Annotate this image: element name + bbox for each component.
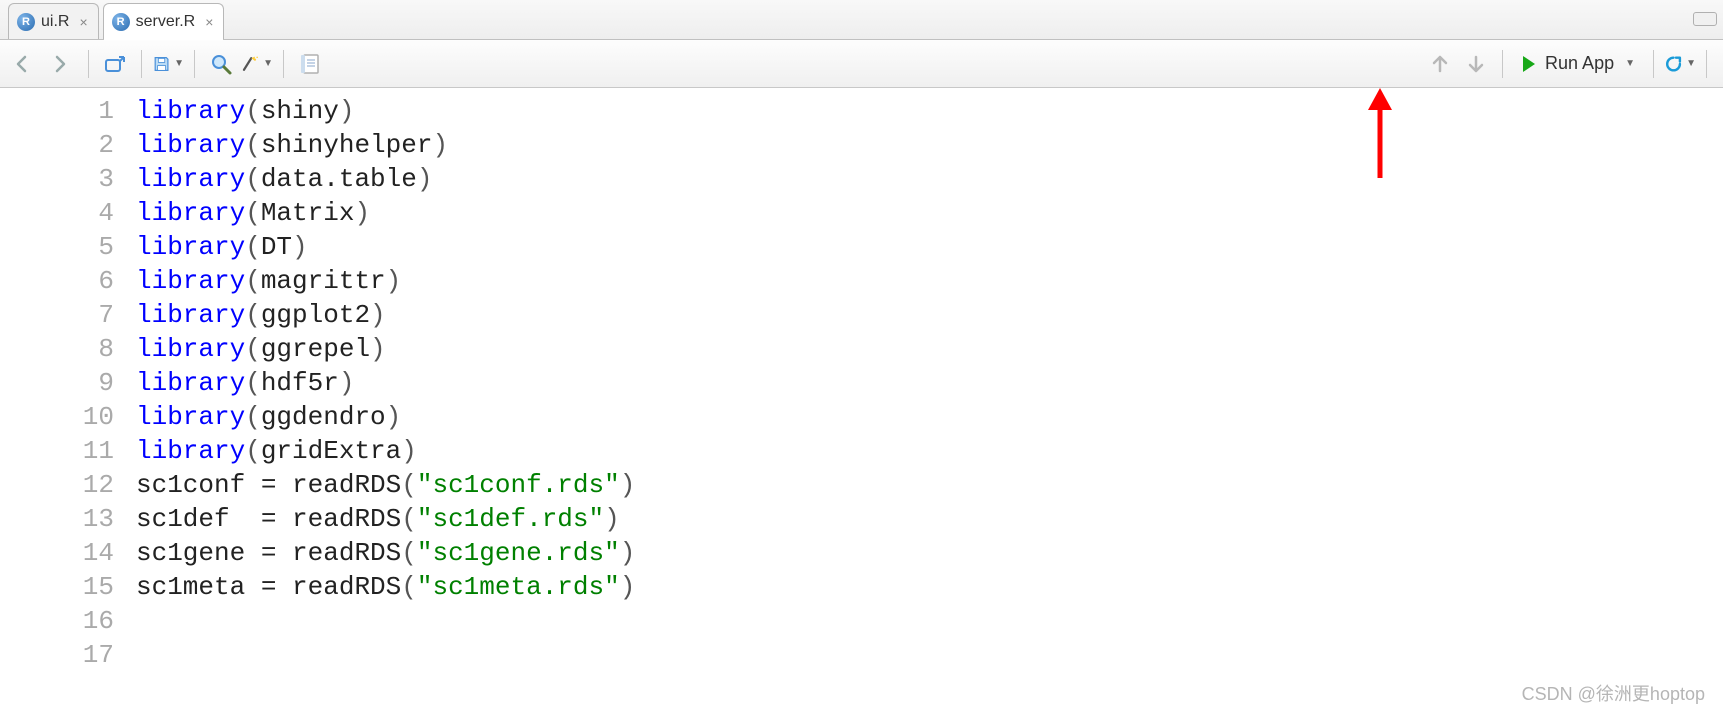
show-in-new-window-button[interactable] bbox=[99, 48, 131, 80]
code-line[interactable]: library(gridExtra) bbox=[136, 434, 635, 468]
code-line[interactable]: sc1conf = readRDS("sc1conf.rds") bbox=[136, 468, 635, 502]
line-number: 3 bbox=[0, 162, 114, 196]
line-number: 8 bbox=[0, 332, 114, 366]
code-line[interactable]: sc1meta = readRDS("sc1meta.rds") bbox=[136, 570, 635, 604]
close-icon[interactable]: × bbox=[79, 14, 87, 30]
watermark: CSDN @徐洲更hoptop bbox=[1522, 680, 1705, 706]
line-number: 14 bbox=[0, 536, 114, 570]
line-number: 11 bbox=[0, 434, 114, 468]
separator bbox=[1706, 50, 1707, 78]
code-line[interactable]: sc1def = readRDS("sc1def.rds") bbox=[136, 502, 635, 536]
code-line[interactable]: library(Matrix) bbox=[136, 196, 635, 230]
line-number: 16 bbox=[0, 604, 114, 638]
chevron-down-icon[interactable]: ▼ bbox=[1625, 58, 1635, 69]
find-button[interactable] bbox=[205, 48, 237, 80]
tab-label: server.R bbox=[136, 13, 196, 31]
line-number: 6 bbox=[0, 264, 114, 298]
back-button[interactable] bbox=[10, 48, 42, 80]
code-line[interactable]: library(ggplot2) bbox=[136, 298, 635, 332]
r-file-icon: R bbox=[17, 13, 35, 31]
code-area[interactable]: library(shiny)library(shinyhelper)librar… bbox=[128, 88, 635, 716]
separator bbox=[141, 50, 142, 78]
code-tools-button[interactable]: ▼ bbox=[241, 48, 273, 80]
line-gutter: 1234567891011121314151617 bbox=[0, 88, 128, 716]
line-number: 5 bbox=[0, 230, 114, 264]
code-line[interactable]: library(shiny) bbox=[136, 94, 635, 128]
tab-bar: R ui.R × R server.R × bbox=[0, 0, 1723, 40]
separator bbox=[194, 50, 195, 78]
line-number: 7 bbox=[0, 298, 114, 332]
separator bbox=[283, 50, 284, 78]
chevron-down-icon: ▼ bbox=[1686, 58, 1696, 69]
separator bbox=[1502, 50, 1503, 78]
line-number: 2 bbox=[0, 128, 114, 162]
go-to-prev-section-button[interactable] bbox=[1424, 48, 1456, 80]
r-file-icon: R bbox=[112, 13, 130, 31]
code-line[interactable]: library(magrittr) bbox=[136, 264, 635, 298]
line-number: 9 bbox=[0, 366, 114, 400]
play-icon bbox=[1521, 55, 1537, 73]
code-line[interactable]: sc1gene = readRDS("sc1gene.rds") bbox=[136, 536, 635, 570]
editor-toolbar: ▼ ▼ bbox=[0, 40, 1723, 88]
line-number: 15 bbox=[0, 570, 114, 604]
code-line[interactable]: library(shinyhelper) bbox=[136, 128, 635, 162]
reload-app-button[interactable]: ▼ bbox=[1664, 48, 1696, 80]
separator bbox=[1653, 50, 1654, 78]
save-button[interactable]: ▼ bbox=[152, 48, 184, 80]
line-number: 17 bbox=[0, 638, 114, 672]
line-number: 10 bbox=[0, 400, 114, 434]
line-number: 12 bbox=[0, 468, 114, 502]
line-number: 1 bbox=[0, 94, 114, 128]
forward-button[interactable] bbox=[46, 48, 78, 80]
code-line[interactable]: library(data.table) bbox=[136, 162, 635, 196]
code-line[interactable]: library(ggrepel) bbox=[136, 332, 635, 366]
panel-toggle-icon[interactable] bbox=[1693, 12, 1717, 26]
code-line[interactable]: library(ggdendro) bbox=[136, 400, 635, 434]
compile-report-button[interactable] bbox=[294, 48, 326, 80]
go-to-next-section-button[interactable] bbox=[1460, 48, 1492, 80]
close-icon[interactable]: × bbox=[205, 14, 213, 30]
chevron-down-icon: ▼ bbox=[263, 58, 273, 69]
chevron-down-icon: ▼ bbox=[174, 58, 184, 69]
run-app-label: Run App bbox=[1545, 53, 1614, 74]
code-editor[interactable]: 1234567891011121314151617 library(shiny)… bbox=[0, 88, 1723, 716]
line-number: 4 bbox=[0, 196, 114, 230]
code-line[interactable]: library(DT) bbox=[136, 230, 635, 264]
tab-ui-r[interactable]: R ui.R × bbox=[8, 3, 99, 39]
code-line[interactable] bbox=[136, 638, 635, 672]
code-line[interactable] bbox=[136, 604, 635, 638]
separator bbox=[88, 50, 89, 78]
line-number: 13 bbox=[0, 502, 114, 536]
tab-label: ui.R bbox=[41, 13, 69, 31]
code-line[interactable]: library(hdf5r) bbox=[136, 366, 635, 400]
tab-server-r[interactable]: R server.R × bbox=[103, 3, 225, 39]
run-app-button[interactable]: Run App ▼ bbox=[1513, 49, 1643, 78]
